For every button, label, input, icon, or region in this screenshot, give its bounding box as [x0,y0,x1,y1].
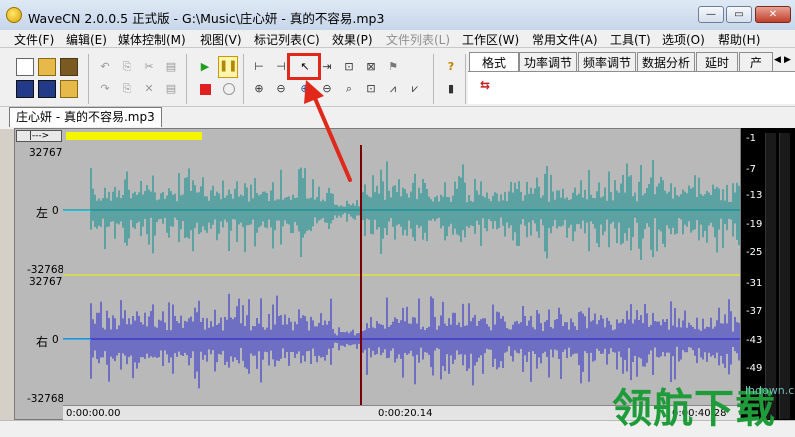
right-channel-label: 右 [36,335,49,349]
undo-icon[interactable]: ↶ [96,58,114,76]
menu-common-files[interactable]: 常用文件(A) [532,31,598,48]
time-start: 0:00:00.00 [66,408,121,419]
delete-icon[interactable]: ✕ [140,80,158,98]
db-label: -43 [746,335,763,346]
right-zero-label: 0 [52,334,59,346]
menu-view[interactable]: 视图(V) [200,31,242,48]
region-end-icon[interactable]: ⊠ [362,58,380,76]
toolbar-separator [433,54,434,104]
tab-scroll-left-icon[interactable]: ◀ [774,55,781,65]
record-icon[interactable] [220,80,238,98]
close-button[interactable]: ✕ [755,6,791,23]
db-label: -19 [746,219,763,230]
stop-icon[interactable] [196,80,214,98]
menu-marker-list[interactable]: 标记列表(C) [254,31,320,48]
scroll-to-end-button[interactable]: |---> [16,130,62,142]
paste-new-icon[interactable]: ▤ [162,80,180,98]
menu-workspace[interactable]: 工作区(W) [462,31,519,48]
copy-to-icon[interactable]: ⎘ [118,80,136,98]
tab-scroll-right-icon[interactable]: ▶ [784,55,791,65]
menu-file-list[interactable]: 文件列表(L) [386,31,450,48]
copy-icon[interactable]: ⎘ [118,58,136,76]
menu-help[interactable]: 帮助(H) [718,31,760,48]
db-label: -37 [746,306,763,317]
db-label: -49 [746,363,763,374]
toolbar-separator [465,54,466,104]
tab-more[interactable]: 产 [739,52,773,73]
save-icon[interactable] [16,80,34,98]
convert-format-icon[interactable]: ⇆ [480,78,490,92]
toolbar-separator [88,54,89,104]
right-min-label: -32768 [27,393,65,405]
annotation-arrow [304,80,352,182]
menu-edit[interactable]: 编辑(E) [66,31,107,48]
fit-icon[interactable]: ⊡ [362,80,380,98]
db-label: -1 [746,133,756,144]
zoom-out-icon[interactable]: ⊖ [272,80,290,98]
tab-delay[interactable]: 延时 [696,52,738,73]
left-min-label: -32768 [27,264,65,276]
app-icon [6,7,22,23]
menu-bar: 文件(F) 编辑(E) 媒体控制(M) 视图(V) 标记列表(C) 效果(P) … [0,30,795,48]
cut-icon[interactable]: ✂ [140,58,158,76]
menu-options[interactable]: 选项(O) [662,31,705,48]
tab-power-adjust[interactable]: 功率调节 [519,52,577,73]
db-label: -31 [746,278,763,289]
time-mid: 0:00:20.14 [378,408,433,419]
tab-data-analysis[interactable]: 数据分析 [637,52,695,73]
minimize-button[interactable]: — [698,6,724,23]
meter-bar-right [779,133,790,419]
help-icon[interactable]: ? [442,58,460,76]
highlight-box [287,53,321,80]
waveform-display[interactable] [63,145,740,405]
left-zero-label: 0 [52,205,59,217]
format-panel [468,71,795,104]
mark-start-icon[interactable]: ⊢ [250,58,268,76]
flag-icon[interactable]: ⚑ [384,58,402,76]
menu-tools[interactable]: 工具(T) [610,31,651,48]
pause-icon[interactable]: ❚❚ [218,56,238,78]
play-icon[interactable]: ▶ [196,58,214,76]
db-label: -13 [746,190,763,201]
document-tab[interactable]: 庄心妍 - 真的不容易.mp3 [9,107,162,127]
left-channel-label: 左 [36,206,49,220]
open-folder-icon[interactable] [38,58,56,76]
maximize-button[interactable]: ▭ [726,6,752,23]
new-file-icon[interactable] [16,58,34,76]
left-zero-line [63,210,91,211]
view-position-indicator[interactable] [66,132,202,140]
fade-out-icon[interactable]: ⩗ [406,80,424,98]
menu-effects[interactable]: 效果(P) [332,31,373,48]
toolbar-separator [186,54,187,104]
toolbar-separator [243,54,244,104]
menu-media-control[interactable]: 媒体控制(M) [118,31,186,48]
tab-format[interactable]: 格式 [469,52,519,73]
redo-icon[interactable]: ↷ [96,80,114,98]
properties-icon[interactable]: ▮ [442,80,460,98]
menu-file[interactable]: 文件(F) [14,31,54,48]
watermark-url: lhdown.com [745,384,795,397]
lock-icon[interactable] [60,58,78,76]
fade-in-icon[interactable]: ⩘ [384,80,402,98]
save-as-icon[interactable] [38,80,56,98]
select-region-icon[interactable]: ⊡ [340,58,358,76]
tab-frequency-adjust[interactable]: 频率调节 [578,52,636,73]
db-label: -7 [746,164,756,175]
folder-icon[interactable] [60,80,78,98]
right-max-label: 32767 [29,276,63,288]
right-zero-line [63,339,91,340]
paste-icon[interactable]: ▤ [162,58,180,76]
db-label: -25 [746,247,763,258]
zoom-in-icon[interactable]: ⊕ [250,80,268,98]
left-max-label: 32767 [29,147,63,159]
window-title: WaveCN 2.0.0.5 正式版 - G:\Music\庄心妍 - 真的不容… [28,11,385,26]
